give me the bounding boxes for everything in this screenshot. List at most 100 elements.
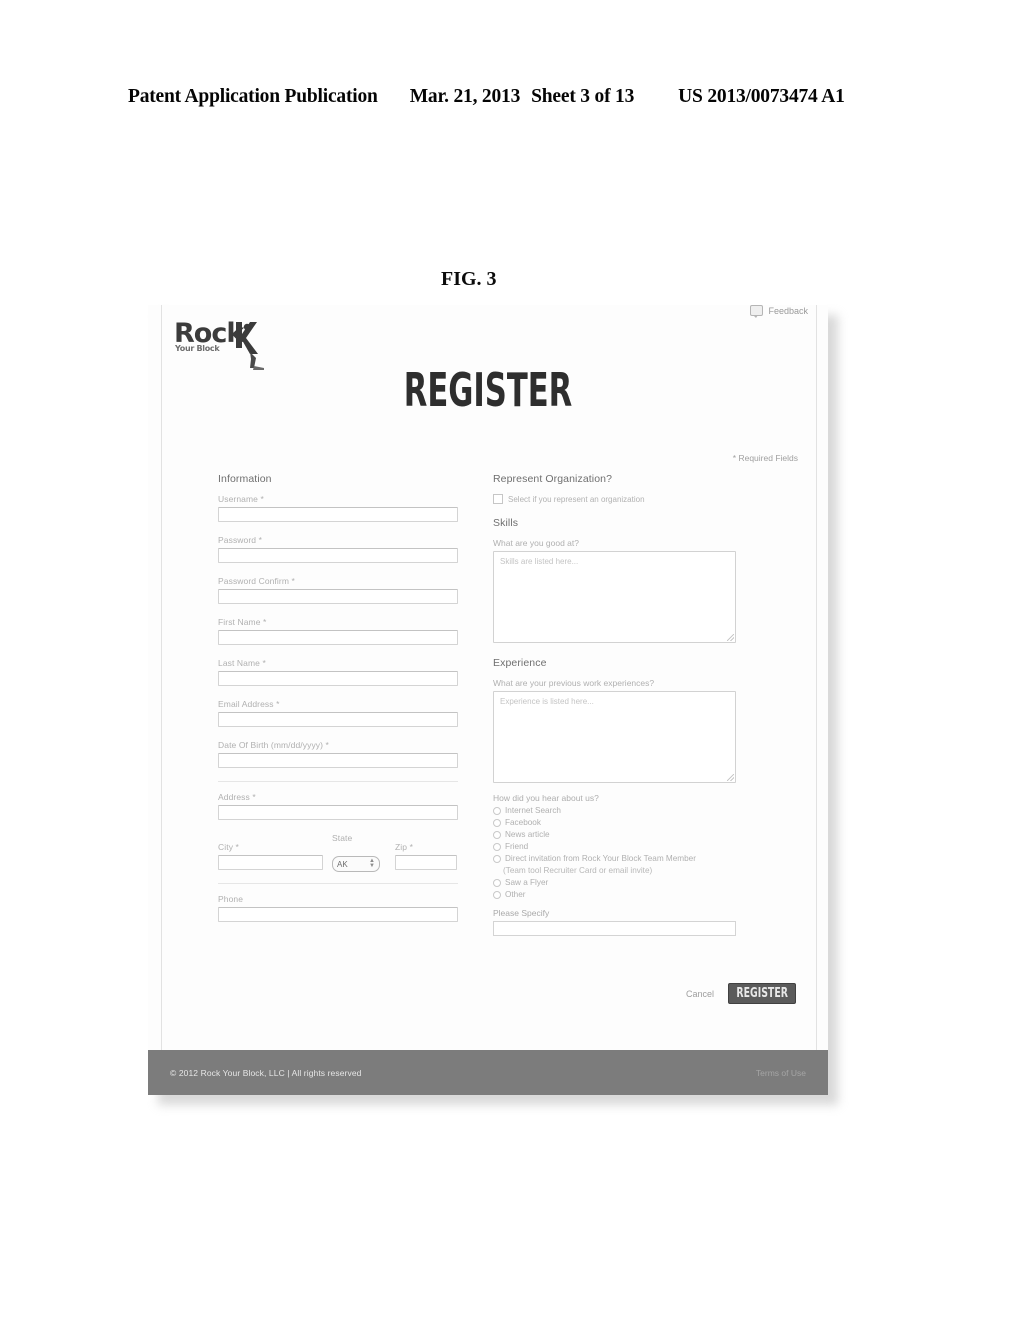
figure-screenshot: Rock Your Block Feedback REGISTER * Requ…	[148, 305, 838, 1105]
textarea-experience-placeholder: Experience is listed here...	[500, 697, 594, 706]
page-left-rule	[161, 305, 162, 1050]
field-phone: Phone	[218, 894, 458, 924]
radio-option-label: Friend	[505, 842, 529, 851]
experience-question: What are your previous work experiences?	[493, 678, 655, 688]
register-submit-label: REGISTER	[736, 986, 788, 1001]
radio-icon[interactable]	[493, 807, 501, 815]
radio-icon[interactable]	[493, 855, 501, 863]
label-phone: Phone	[218, 894, 244, 904]
city-state-zip-row: City * State AK ▲ ▼ Zip *	[218, 833, 458, 872]
field-first-name: First Name *	[218, 617, 458, 647]
page-footer: © 2012 Rock Your Block, LLC | All rights…	[148, 1050, 828, 1095]
checkbox-represent-organization-label: Select if you represent an organization	[508, 494, 645, 504]
organization-checkbox-row[interactable]: Select if you represent an organization	[493, 494, 738, 504]
referral-options: Internet Search Facebook News article Fr…	[493, 805, 738, 900]
radio-icon[interactable]	[493, 879, 501, 887]
radio-option-facebook[interactable]: Facebook	[493, 817, 738, 828]
input-zip[interactable]	[395, 855, 457, 870]
radio-option-other[interactable]: Other	[493, 889, 738, 900]
feedback-icon	[750, 305, 764, 318]
field-password-confirm: Password Confirm *	[218, 576, 458, 606]
information-heading: Information	[218, 473, 272, 485]
radio-option-direct-invitation[interactable]: Direct invitation from Rock Your Block T…	[493, 853, 738, 864]
radio-option-label: Facebook	[505, 818, 541, 827]
input-address[interactable]	[218, 805, 458, 820]
label-state: State	[332, 833, 353, 843]
logo-tagline: Your Block	[175, 344, 220, 353]
patent-header: Patent Application Publication Mar. 21, …	[128, 86, 896, 108]
resize-handle-icon[interactable]	[727, 634, 734, 641]
register-page: Rock Your Block Feedback REGISTER * Requ…	[148, 305, 828, 1095]
label-address: Address *	[218, 792, 256, 802]
radio-icon[interactable]	[493, 819, 501, 827]
chevron-updown-icon: ▲ ▼	[369, 858, 375, 869]
textarea-skills-placeholder: Skills are listed here...	[500, 557, 579, 566]
input-username[interactable]	[218, 507, 458, 522]
radio-icon[interactable]	[493, 831, 501, 839]
figure-label: FIG. 3	[441, 268, 497, 290]
site-logo[interactable]: Rock Your Block	[174, 314, 270, 370]
field-address: Address *	[218, 792, 458, 822]
form-actions: Cancel REGISTER	[686, 983, 796, 1004]
textarea-experience[interactable]: Experience is listed here...	[493, 691, 736, 783]
radio-option-friend[interactable]: Friend	[493, 841, 738, 852]
radio-option-label: Saw a Flyer	[505, 878, 549, 887]
label-zip: Zip *	[395, 842, 413, 852]
input-email-address[interactable]	[218, 712, 458, 727]
referral-question: How did you hear about us?	[493, 793, 599, 803]
experience-heading: Experience	[493, 657, 547, 669]
input-first-name[interactable]	[218, 630, 458, 645]
label-password-confirm: Password Confirm *	[218, 576, 295, 586]
label-username: Username *	[218, 494, 264, 504]
label-email-address: Email Address *	[218, 699, 280, 709]
checkbox-represent-organization[interactable]	[493, 494, 503, 504]
skills-heading: Skills	[493, 517, 519, 529]
radio-option-label: News article	[505, 830, 550, 839]
label-city: City *	[218, 842, 239, 852]
required-fields-note: * Required Fields	[732, 453, 798, 463]
select-state[interactable]: AK ▲ ▼	[332, 856, 380, 872]
label-last-name: Last Name *	[218, 658, 266, 668]
register-submit-button[interactable]: REGISTER	[728, 983, 796, 1004]
input-please-specify[interactable]	[493, 921, 736, 936]
input-phone[interactable]	[218, 907, 458, 922]
cancel-button[interactable]: Cancel	[686, 989, 714, 999]
field-username: Username *	[218, 494, 458, 524]
field-date-of-birth: Date Of Birth (mm/dd/yyyy) *	[218, 740, 458, 770]
footer-terms-link[interactable]: Terms of Use	[756, 1068, 806, 1078]
radio-option-news-article[interactable]: News article	[493, 829, 738, 840]
divider-address	[218, 781, 458, 782]
resize-handle-icon[interactable]	[727, 774, 734, 781]
details-column: Represent Organization? Select if you re…	[493, 473, 738, 938]
input-password-confirm[interactable]	[218, 589, 458, 604]
input-password[interactable]	[218, 548, 458, 563]
patent-date: Mar. 21, 2013	[409, 86, 521, 107]
field-state: State AK ▲ ▼	[332, 833, 386, 872]
patent-number: US 2013/0073474 A1	[678, 86, 845, 107]
skills-question: What are you good at?	[493, 538, 580, 548]
label-password: Password *	[218, 535, 262, 545]
radio-icon[interactable]	[493, 891, 501, 899]
organization-heading: Represent Organization?	[493, 473, 613, 485]
input-date-of-birth[interactable]	[218, 753, 458, 768]
radio-option-internet-search[interactable]: Internet Search	[493, 805, 738, 816]
radio-icon[interactable]	[493, 843, 501, 851]
feedback-label: Feedback	[768, 305, 808, 316]
radio-option-label: Internet Search	[505, 806, 561, 815]
field-zip: Zip *	[395, 842, 457, 872]
radio-option-saw-a-flyer[interactable]: Saw a Flyer	[493, 877, 738, 888]
radio-option-label: Direct invitation from Rock Your Block T…	[505, 854, 696, 863]
information-column: Information Username * Password * Passwo…	[218, 473, 458, 935]
field-email-address: Email Address *	[218, 699, 458, 729]
patent-sheet: Sheet 3 of 13	[531, 86, 635, 107]
patent-publication-label: Patent Application Publication	[128, 86, 378, 107]
label-date-of-birth: Date Of Birth (mm/dd/yyyy) *	[218, 740, 329, 750]
input-last-name[interactable]	[218, 671, 458, 686]
input-city[interactable]	[218, 855, 323, 870]
radio-option-label: Other	[505, 890, 526, 899]
feedback-link[interactable]: Feedback	[750, 305, 808, 318]
label-first-name: First Name *	[218, 617, 267, 627]
page-title: REGISTER	[403, 363, 573, 417]
textarea-skills[interactable]: Skills are listed here...	[493, 551, 736, 643]
